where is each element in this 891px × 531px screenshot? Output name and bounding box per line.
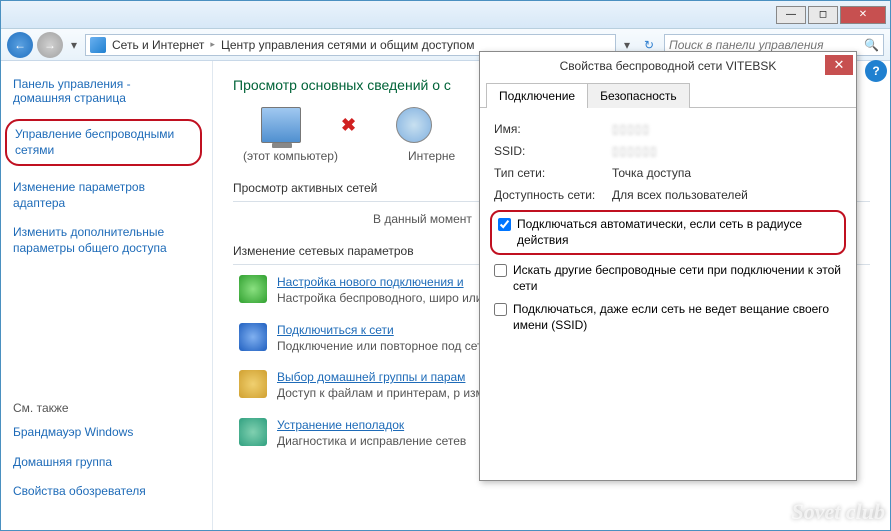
prop-ssid-label: SSID: [494, 144, 612, 158]
internet-label: Интерне [408, 149, 455, 163]
location-icon [90, 37, 106, 53]
disconnected-icon: ✖ [341, 115, 356, 136]
checkbox-label: Искать другие беспроводные сети при подк… [513, 263, 842, 294]
tab-connection[interactable]: Подключение [486, 83, 588, 108]
computer-icon [261, 107, 301, 143]
sidebar-item-adapter[interactable]: Изменение параметров адаптера [13, 180, 200, 211]
this-computer-label: (этот компьютер) [243, 149, 338, 163]
task-desc: Диагностика и исправление сетев [277, 434, 466, 450]
dialog-title: Свойства беспроводной сети VITEBSK [560, 59, 777, 73]
dialog-body: Имя: ▯▯▯▯▯ SSID: ▯▯▯▯▯▯ Тип сети: Точка … [480, 108, 856, 356]
checkbox-hidden-ssid[interactable]: Подключаться, даже если сеть не ведет ве… [494, 302, 842, 333]
prop-type-label: Тип сети: [494, 166, 612, 180]
prop-name-value: ▯▯▯▯▯ [612, 122, 650, 136]
maximize-button[interactable]: ◻ [808, 6, 838, 24]
checkbox-label: Подключаться, даже если сеть не ведет ве… [513, 302, 842, 333]
sidebar-item-firewall[interactable]: Брандмауэр Windows [13, 425, 201, 441]
see-also-header: См. также [13, 401, 201, 415]
homegroup-icon [239, 370, 267, 398]
minimize-button[interactable]: — [776, 6, 806, 24]
sidebar-item-wireless[interactable]: Управление беспроводными сетями [5, 119, 202, 166]
back-button[interactable]: ← [7, 32, 33, 58]
close-button[interactable]: ✕ [840, 6, 886, 24]
sidebar-item-ie[interactable]: Свойства обозревателя [13, 484, 201, 500]
checkbox-input[interactable] [494, 264, 507, 277]
checkbox-label: Подключаться автоматически, если сеть в … [517, 217, 838, 248]
control-panel-home-link[interactable]: Панель управления - домашняя страница [13, 77, 200, 105]
dialog-tabs: Подключение Безопасность [480, 82, 856, 108]
new-connection-icon [239, 275, 267, 303]
sidebar-item-sharing[interactable]: Изменить дополнительные параметры общего… [13, 225, 200, 256]
dialog-titlebar: Свойства беспроводной сети VITEBSK ✕ [480, 52, 856, 80]
forward-button[interactable]: → [37, 32, 63, 58]
prop-type-value: Точка доступа [612, 166, 691, 180]
history-dropdown[interactable]: ▾ [67, 35, 81, 55]
breadcrumb-seg[interactable]: Сеть и Интернет [112, 38, 204, 52]
checkbox-search-other[interactable]: Искать другие беспроводные сети при подк… [494, 263, 842, 294]
sidebar: Панель управления - домашняя страница Уп… [1, 61, 213, 530]
wireless-properties-dialog: Свойства беспроводной сети VITEBSK ✕ Под… [479, 51, 857, 481]
breadcrumb-seg[interactable]: Центр управления сетями и общим доступом [221, 38, 475, 52]
titlebar: — ◻ ✕ [1, 1, 890, 29]
tab-security[interactable]: Безопасность [587, 83, 690, 108]
globe-icon [396, 107, 432, 143]
chevron-right-icon: ▸ [210, 39, 215, 50]
search-icon: 🔍 [864, 38, 879, 52]
troubleshoot-icon [239, 418, 267, 446]
prop-name-label: Имя: [494, 122, 612, 136]
prop-avail-label: Доступность сети: [494, 188, 612, 202]
checkbox-auto-connect[interactable]: Подключаться автоматически, если сеть в … [490, 210, 846, 255]
help-button[interactable]: ? [865, 60, 887, 82]
task-link[interactable]: Устранение неполадок [277, 418, 466, 432]
search-input[interactable] [669, 38, 860, 52]
prop-ssid-value: ▯▯▯▯▯▯ [612, 144, 658, 158]
checkbox-input[interactable] [498, 218, 511, 231]
prop-avail-value: Для всех пользователей [612, 188, 748, 202]
checkbox-input[interactable] [494, 303, 507, 316]
dialog-close-button[interactable]: ✕ [825, 55, 853, 75]
sidebar-see-also: См. также Брандмауэр Windows Домашняя гр… [13, 401, 201, 514]
sidebar-item-homegroup[interactable]: Домашняя группа [13, 455, 201, 471]
connect-icon [239, 323, 267, 351]
